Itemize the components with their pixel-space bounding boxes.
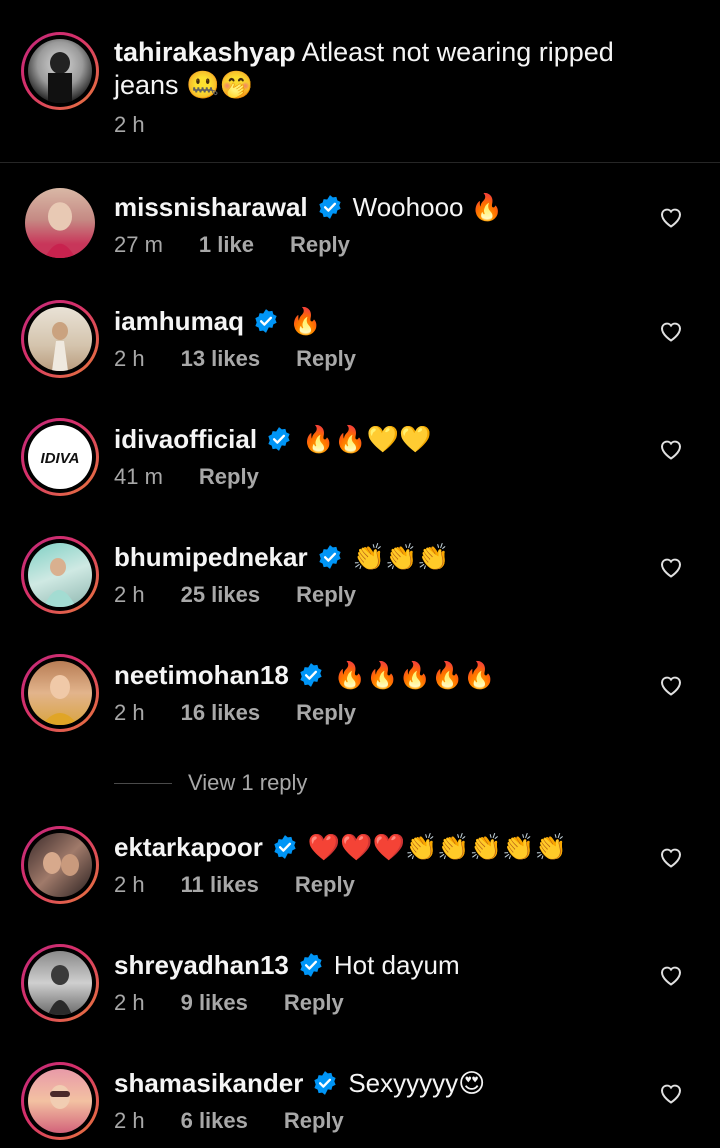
comment-header: neetimohan18 🔥🔥🔥🔥🔥 [114, 658, 496, 692]
reply-button[interactable]: Reply [295, 872, 355, 898]
comment-text: Woohooo 🔥 [352, 191, 504, 222]
comment-text: ❤️❤️❤️👏👏👏👏👏 [307, 831, 567, 862]
verified-badge-icon [314, 1071, 336, 1095]
comment-username[interactable]: bhumipednekar [114, 542, 308, 573]
comment-meta: 2 h 9 likes Reply [114, 990, 344, 1016]
avatar[interactable] [21, 1062, 99, 1140]
verified-badge-icon [268, 427, 290, 451]
reply-button[interactable]: Reply [290, 232, 350, 258]
comment-likes[interactable]: 13 likes [181, 346, 261, 372]
comment-meta: 2 h 6 likes Reply [114, 1108, 344, 1134]
comment-likes[interactable]: 9 likes [181, 990, 248, 1016]
comment-item: shreyadhan13 Hot dayum 2 h 9 likes Reply [0, 944, 720, 1062]
comment-text: 🔥🔥🔥🔥🔥 [333, 659, 496, 690]
view-replies-button[interactable]: View 1 reply [114, 770, 307, 796]
avatar[interactable] [21, 654, 99, 732]
heart-outline-icon[interactable] [659, 964, 683, 986]
verified-badge-icon [300, 663, 322, 687]
reply-button[interactable]: Reply [284, 1108, 344, 1134]
verified-badge-icon [300, 953, 322, 977]
heart-outline-icon[interactable] [659, 320, 683, 342]
comment-likes[interactable]: 11 likes [181, 872, 259, 898]
comment-meta: 2 h 25 likes Reply [114, 582, 356, 608]
avatar[interactable]: IDIVA [21, 418, 99, 496]
comment-username[interactable]: shreyadhan13 [114, 950, 289, 981]
comment-header: missnisharawal Woohooo 🔥 [114, 190, 503, 224]
comment-likes[interactable]: 1 like [199, 232, 254, 258]
verified-badge-icon [255, 309, 277, 333]
comment-time: 2 h [114, 582, 145, 607]
comment-text: 🔥🔥💛💛 [302, 423, 432, 454]
post-caption: tahirakashyap Atleast not wearing ripped… [0, 0, 720, 163]
heart-outline-icon[interactable] [659, 674, 683, 696]
comment-time: 2 h [114, 1108, 145, 1133]
comment-header: iamhumaq 🔥 [114, 304, 321, 338]
comment-text: Sexyyyyy😍 [348, 1067, 486, 1098]
caption-username[interactable]: tahirakashyap [114, 37, 296, 67]
comment-likes[interactable]: 25 likes [181, 582, 261, 608]
avatar[interactable] [21, 944, 99, 1022]
comment-username[interactable]: missnisharawal [114, 192, 308, 223]
comment-time: 41 m [114, 464, 163, 489]
caption-time: 2 h [114, 112, 145, 137]
view-replies-label: View 1 reply [188, 770, 308, 795]
comment-item: neetimohan18 🔥🔥🔥🔥🔥 2 h 16 likes Reply [0, 654, 720, 772]
comment-item: ektarkapoor ❤️❤️❤️👏👏👏👏👏 2 h 11 likes Rep… [0, 826, 720, 944]
comment-meta: 2 h 16 likes Reply [114, 700, 356, 726]
reply-button[interactable]: Reply [284, 990, 344, 1016]
comment-text: Hot dayum [333, 949, 460, 980]
comment-header: bhumipednekar 👏👏👏 [114, 540, 450, 574]
comment-username[interactable]: shamasikander [114, 1068, 303, 1099]
comment-username[interactable]: neetimohan18 [114, 660, 289, 691]
comment-meta: 41 m Reply [114, 464, 259, 490]
caption-text: tahirakashyap Atleast not wearing ripped… [114, 36, 674, 102]
comment-text: 👏👏👏 [352, 541, 450, 572]
comment-meta: 2 h 11 likes Reply [114, 872, 355, 898]
verified-badge-icon [319, 195, 341, 219]
svg-text:IDIVA: IDIVA [41, 450, 80, 467]
comments-screen: tahirakashyap Atleast not wearing ripped… [0, 0, 720, 1148]
comment-time: 2 h [114, 990, 145, 1015]
verified-badge-icon [274, 835, 296, 859]
heart-outline-icon[interactable] [659, 206, 683, 228]
comment-item: iamhumaq 🔥 2 h 13 likes Reply [0, 300, 720, 418]
verified-badge-icon [318, 545, 341, 569]
divider-line [114, 782, 172, 784]
comment-meta: 2 h 13 likes Reply [114, 346, 356, 372]
comment-header: shreyadhan13 Hot dayum [114, 948, 460, 982]
comment-username[interactable]: ektarkapoor [114, 832, 263, 863]
comment-time: 2 h [114, 700, 145, 725]
comment-item: IDIVA idivaofficial 🔥🔥💛💛 41 m Reply [0, 418, 720, 536]
comment-item: bhumipednekar 👏👏👏 2 h 25 likes Reply [0, 536, 720, 654]
avatar[interactable] [21, 826, 99, 904]
comment-username[interactable]: idivaofficial [114, 424, 257, 455]
heart-outline-icon[interactable] [659, 438, 683, 460]
reply-button[interactable]: Reply [296, 582, 356, 608]
comment-meta: 27 m 1 like Reply [114, 232, 350, 258]
comment-item: missnisharawal Woohooo 🔥 27 m 1 like Rep… [0, 186, 720, 304]
avatar[interactable] [21, 536, 99, 614]
comment-likes[interactable]: 16 likes [181, 700, 261, 726]
comment-username[interactable]: iamhumaq [114, 306, 244, 337]
comment-text: 🔥 [289, 305, 322, 336]
avatar[interactable] [21, 32, 99, 110]
avatar[interactable] [21, 300, 99, 378]
comment-header: ektarkapoor ❤️❤️❤️👏👏👏👏👏 [114, 830, 567, 864]
comment-time: 27 m [114, 232, 163, 257]
heart-outline-icon[interactable] [659, 1082, 683, 1104]
reply-button[interactable]: Reply [296, 700, 356, 726]
comment-time: 2 h [114, 346, 145, 371]
heart-outline-icon[interactable] [659, 556, 683, 578]
avatar[interactable] [25, 188, 95, 258]
reply-button[interactable]: Reply [296, 346, 356, 372]
comment-header: shamasikander Sexyyyyy😍 [114, 1066, 485, 1100]
comment-time: 2 h [114, 872, 145, 897]
heart-outline-icon[interactable] [659, 846, 683, 868]
comment-item: shamasikander Sexyyyyy😍 2 h 6 likes Repl… [0, 1062, 720, 1148]
reply-button[interactable]: Reply [199, 464, 259, 490]
comment-header: idivaofficial 🔥🔥💛💛 [114, 422, 432, 456]
comment-likes[interactable]: 6 likes [181, 1108, 248, 1134]
